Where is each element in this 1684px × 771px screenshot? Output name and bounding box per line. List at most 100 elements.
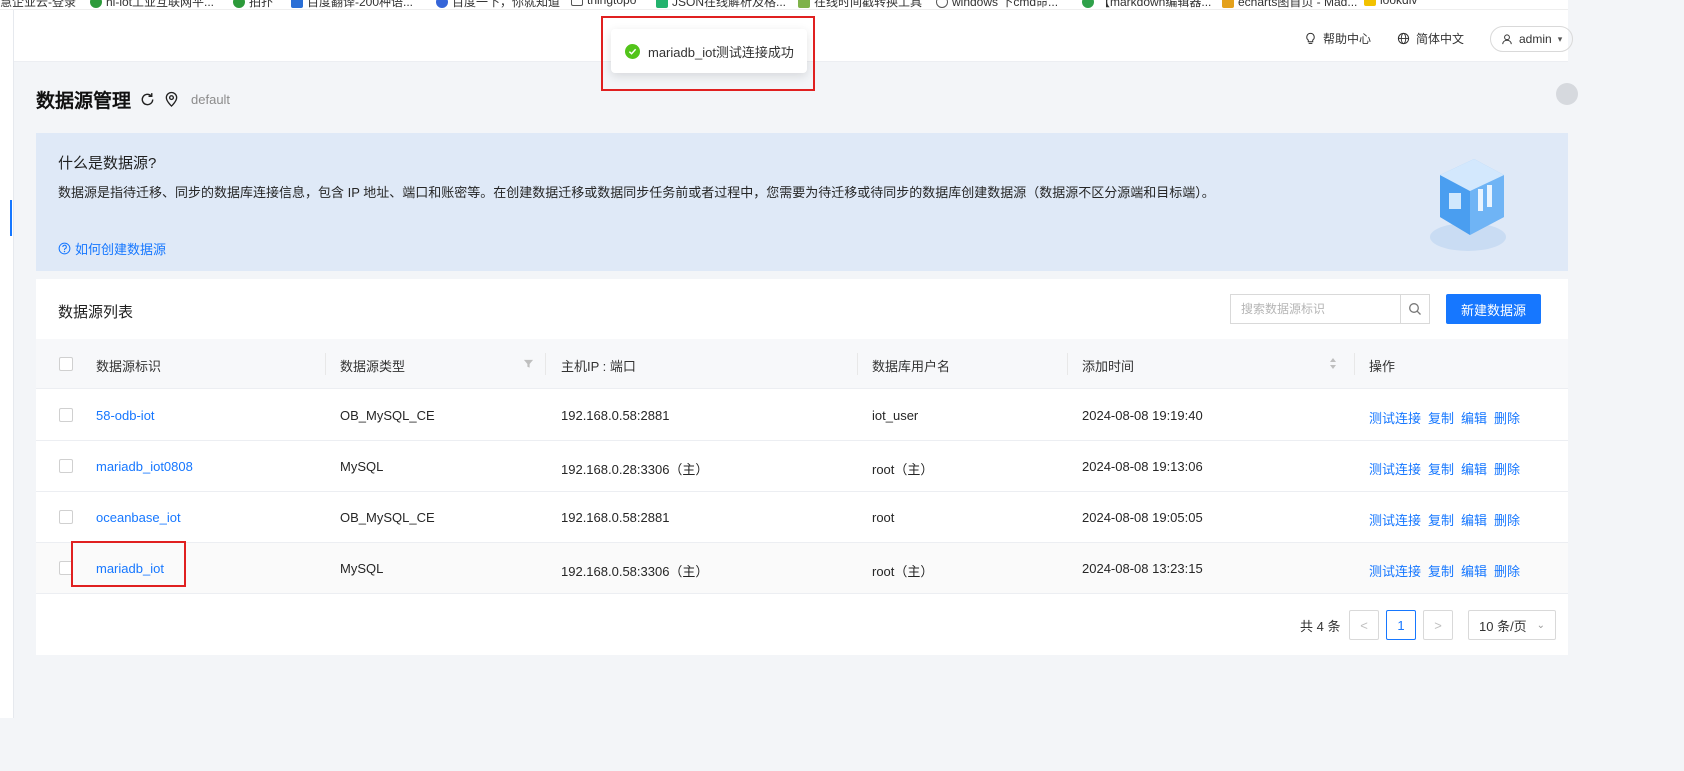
copy-link[interactable]: 复制 <box>1428 459 1454 478</box>
column-divider <box>1354 353 1355 375</box>
delete-link[interactable]: 删除 <box>1494 408 1520 427</box>
edit-link[interactable]: 编辑 <box>1461 561 1487 580</box>
bookmark-label: thingtopo <box>587 0 637 7</box>
bookmark-item[interactable]: 百度翻译-200种语... <box>291 0 414 9</box>
phone-icon <box>90 0 102 8</box>
help-center-label: 帮助中心 <box>1323 32 1372 46</box>
clock-icon <box>798 0 810 8</box>
bookmark-label: 百度一下，你就知道 <box>452 0 561 9</box>
location-pin-icon <box>165 91 178 107</box>
bookmark-item[interactable]: JSON在线解析及格... <box>656 0 787 9</box>
search-button[interactable] <box>1400 294 1430 324</box>
json-icon <box>656 0 668 8</box>
page-number-button[interactable]: 1 <box>1386 610 1416 640</box>
bookmark-item[interactable]: windows 下cmd命... <box>936 0 1058 9</box>
datasource-type: MySQL <box>340 561 384 576</box>
select-all-checkbox[interactable] <box>59 357 73 371</box>
row-actions: 测试连接 复制 编辑 删除 <box>1369 510 1520 529</box>
test-connection-link[interactable]: 测试连接 <box>1369 459 1421 478</box>
chevron-down-icon: ▾ <box>1557 33 1563 44</box>
row-checkbox[interactable] <box>59 459 73 473</box>
bookmark-item[interactable]: thingtopo <box>571 0 636 7</box>
next-page-button[interactable]: > <box>1423 610 1453 640</box>
baidu-icon <box>436 0 448 8</box>
test-connection-link[interactable]: 测试连接 <box>1369 510 1421 529</box>
collapse-toggle-button[interactable] <box>1556 83 1578 105</box>
refresh-icon[interactable] <box>139 91 156 108</box>
test-connection-link[interactable]: 测试连接 <box>1369 561 1421 580</box>
datasource-type: MySQL <box>340 459 384 474</box>
datasource-user: root（主） <box>872 564 934 579</box>
annotation-highlight-row <box>71 541 186 587</box>
datasource-user: iot_user <box>872 408 919 423</box>
bookmark-item[interactable]: lookdiv <box>1364 0 1417 7</box>
datasource-host: 192.168.0.28:3306（主） <box>561 462 709 477</box>
language-switch[interactable]: 简体中文 <box>1397 30 1464 47</box>
datasource-name-link[interactable]: oceanbase_iot <box>96 510 181 525</box>
how-to-create-link[interactable]: 如何创建数据源 <box>58 239 166 258</box>
prev-page-button[interactable]: < <box>1349 610 1379 640</box>
bookmark-label: JSON在线解析及格... <box>672 0 787 9</box>
bookmark-item[interactable]: echarts图首页 - Mad... <box>1222 0 1358 9</box>
bookmark-item[interactable]: 百度一下，你就知道 <box>436 0 561 9</box>
page-size-select[interactable]: 10 条/页 ⌄ <box>1468 610 1556 640</box>
datasource-name-link[interactable]: 58-odb-iot <box>96 408 155 423</box>
copy-link[interactable]: 复制 <box>1428 510 1454 529</box>
bookmark-label: 百度翻译-200种语... <box>307 0 414 9</box>
column-header-name: 数据源标识 <box>96 359 162 374</box>
bookmarks-bar: 慧企业云-登录 hi-iot工业互联网平... 拍扑 百度翻译-200种语...… <box>0 0 1568 10</box>
sidebar-active-indicator <box>10 200 12 236</box>
row-actions: 测试连接 复制 编辑 删除 <box>1369 561 1520 580</box>
bookmark-item[interactable]: 慧企业云-登录 <box>0 0 76 9</box>
help-center-link[interactable]: 帮助中心 <box>1304 30 1371 47</box>
database-illustration-icon <box>1430 159 1506 251</box>
annotation-highlight-toast <box>601 16 815 91</box>
delete-link[interactable]: 删除 <box>1494 459 1520 478</box>
bookmark-label: 慧企业云-登录 <box>0 0 76 9</box>
table-row: oceanbase_iot OB_MySQL_CE 192.168.0.58:2… <box>36 492 1568 543</box>
new-datasource-button[interactable]: 新建数据源 <box>1446 294 1541 324</box>
edit-link[interactable]: 编辑 <box>1461 459 1487 478</box>
row-actions: 测试连接 复制 编辑 删除 <box>1369 408 1520 427</box>
bookmark-label: 【markdown编辑器... <box>1098 0 1212 9</box>
column-divider <box>1067 353 1068 375</box>
row-checkbox[interactable] <box>59 510 73 524</box>
edit-link[interactable]: 编辑 <box>1461 510 1487 529</box>
banner-title: 什么是数据源? <box>58 155 157 172</box>
table-header: 数据源标识 数据源类型 主机IP : 端口 数据库用户名 添加时间 操作 <box>36 339 1568 389</box>
table-row: 58-odb-iot OB_MySQL_CE 192.168.0.58:2881… <box>36 390 1568 441</box>
copy-link[interactable]: 复制 <box>1428 561 1454 580</box>
bookmark-item[interactable]: 在线时间戳转换工具 <box>798 0 922 9</box>
delete-link[interactable]: 删除 <box>1494 510 1520 529</box>
bookmark-item[interactable]: hi-iot工业互联网平... <box>90 0 214 9</box>
datasource-host: 192.168.0.58:2881 <box>561 510 670 525</box>
globe-icon <box>1397 32 1410 45</box>
bookmark-item[interactable]: 拍扑 <box>233 0 273 9</box>
bookmark-label: echarts图首页 - Mad... <box>1238 0 1358 9</box>
filter-icon[interactable] <box>523 358 534 369</box>
row-actions: 测试连接 复制 编辑 删除 <box>1369 459 1520 478</box>
lookdiv-icon <box>1364 0 1376 6</box>
banner-description: 数据源是指待迁移、同步的数据库连接信息，包含 IP 地址、端口和账密等。在创建数… <box>58 185 1215 200</box>
test-connection-link[interactable]: 测试连接 <box>1369 408 1421 427</box>
edit-link[interactable]: 编辑 <box>1461 408 1487 427</box>
column-divider <box>325 353 326 375</box>
translate-icon <box>291 0 303 8</box>
bookmark-item[interactable]: 【markdown编辑器... <box>1082 0 1212 9</box>
datasource-host: 192.168.0.58:2881 <box>561 408 670 423</box>
sort-icon[interactable] <box>1329 357 1337 370</box>
copy-link[interactable]: 复制 <box>1428 408 1454 427</box>
namespace-label: default <box>191 92 231 107</box>
info-banner: 什么是数据源? 数据源是指待迁移、同步的数据库连接信息，包含 IP 地址、端口和… <box>36 133 1568 271</box>
page-size-label: 10 条/页 <box>1479 618 1527 634</box>
column-header-type: 数据源类型 <box>340 359 406 374</box>
user-menu[interactable]: admin ▾ <box>1490 26 1574 52</box>
pagination-total: 共 4 条 <box>1300 619 1341 634</box>
datasource-name-link[interactable]: mariadb_iot0808 <box>96 459 193 474</box>
delete-link[interactable]: 删除 <box>1494 561 1520 580</box>
datasource-type: OB_MySQL_CE <box>340 510 435 525</box>
datasource-time: 2024-08-08 19:13:06 <box>1082 459 1203 474</box>
row-checkbox[interactable] <box>59 408 73 422</box>
column-divider <box>545 353 546 375</box>
datasource-list-card: 数据源列表 新建数据源 数据源标识 数据源类型 主机IP : 端口 数据库用户名… <box>36 279 1568 655</box>
